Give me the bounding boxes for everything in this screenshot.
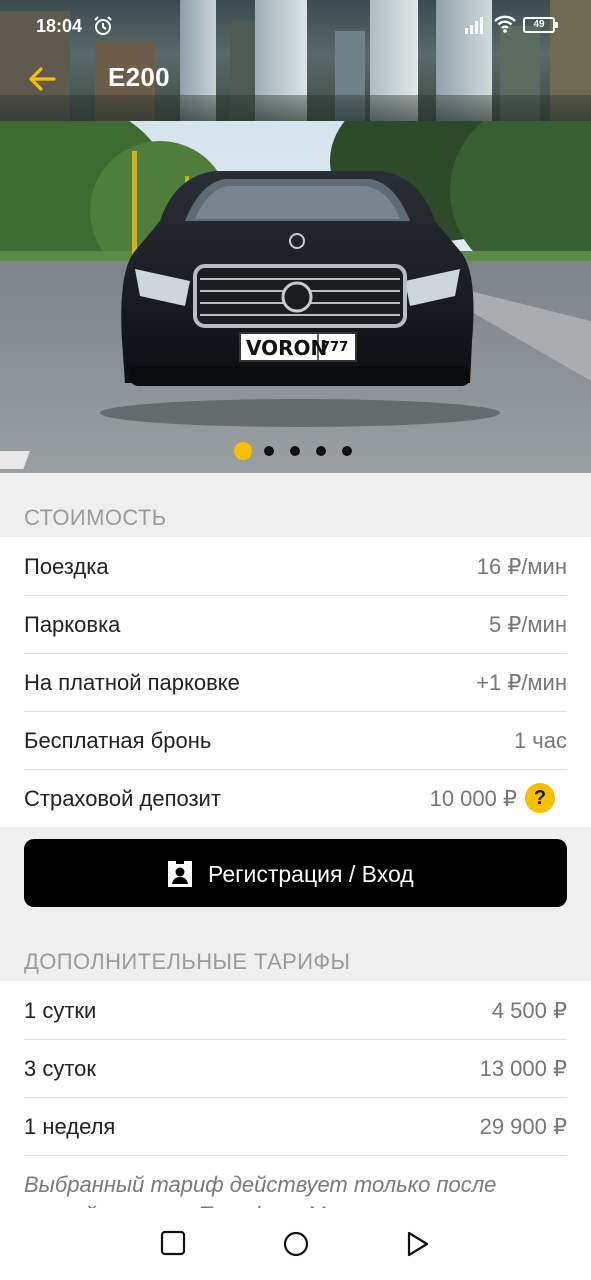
row-label: Бесплатная бронь (24, 728, 212, 753)
signal-icon (464, 15, 486, 40)
gallery-pagination (0, 441, 591, 460)
row-value: 1 час (513, 728, 567, 753)
status-time: 18:04 (36, 16, 83, 36)
row-label: 3 суток (24, 1056, 97, 1081)
row-label: Страховой депозит (24, 786, 221, 811)
row-value: 29 900 ₽ (479, 1114, 567, 1139)
tariff-row-3-days[interactable]: 3 суток 13 000 ₽ (0, 1039, 591, 1097)
back-arrow-icon (29, 67, 56, 91)
nav-circle-icon[interactable] (282, 1230, 310, 1263)
help-icon[interactable]: ? (525, 783, 555, 813)
page-title: E200 (108, 62, 170, 92)
row-value: 13 000 ₽ (479, 1056, 567, 1081)
car-photo-gallery[interactable]: VORON 777 (0, 121, 591, 473)
gallery-dot[interactable] (264, 446, 274, 456)
nav-square-icon[interactable] (160, 1230, 186, 1261)
cost-row-paid-parking: На платной парковке +1 ₽/мин (0, 653, 591, 711)
cost-row-trip: Поездка 16 ₽/мин (0, 537, 591, 595)
alarm-icon (92, 15, 114, 42)
cost-section-title: СТОИМОСТЬ (24, 505, 167, 530)
row-value: +1 ₽/мин (476, 670, 567, 695)
row-value: 5 ₽/мин (488, 612, 567, 637)
cost-list: Поездка 16 ₽/мин Парковка 5 ₽/мин На пла… (0, 537, 591, 827)
tariff-row-1-week[interactable]: 1 неделя 29 900 ₽ (0, 1097, 591, 1155)
gallery-dot[interactable] (290, 446, 300, 456)
plate-text: VORON (246, 336, 327, 360)
gallery-dot[interactable] (342, 446, 352, 456)
person-badge-icon (166, 859, 194, 894)
register-button-label: Регистрация / Вход (208, 861, 414, 887)
system-nav-bar (0, 1208, 591, 1280)
row-value: 10 000 ₽ (429, 786, 517, 811)
status-bar: 18:04 49 (0, 0, 591, 52)
row-value: 16 ₽/мин (476, 554, 567, 579)
car-photo: VORON 777 (0, 121, 591, 473)
row-label: 1 неделя (24, 1114, 116, 1139)
wifi-icon (494, 14, 516, 39)
nav-triangle-icon[interactable] (404, 1230, 430, 1263)
battery-icon: 49 (523, 17, 558, 33)
register-login-button[interactable]: Регистрация / Вход (24, 839, 567, 907)
row-label: Поездка (24, 554, 109, 579)
back-button[interactable] (26, 62, 60, 96)
tariffs-section-title: ДОПОЛНИТЕЛЬНЫЕ ТАРИФЫ (24, 949, 351, 974)
cost-row-parking: Парковка 5 ₽/мин (0, 595, 591, 653)
cost-row-free-booking: Бесплатная бронь 1 час (0, 711, 591, 769)
row-label: Парковка (24, 612, 121, 637)
header: 18:04 49 E200 (0, 0, 591, 121)
tariff-row-1-day[interactable]: 1 сутки 4 500 ₽ (0, 981, 591, 1039)
row-value: 4 500 ₽ (491, 998, 567, 1023)
gallery-dot[interactable] (234, 442, 252, 460)
gallery-dot[interactable] (316, 446, 326, 456)
row-label: На платной парковке (24, 670, 240, 695)
plate-number: 777 (321, 340, 348, 355)
cost-row-deposit: Страховой депозит 10 000 ₽ ? (0, 769, 591, 827)
row-label: 1 сутки (24, 998, 97, 1023)
